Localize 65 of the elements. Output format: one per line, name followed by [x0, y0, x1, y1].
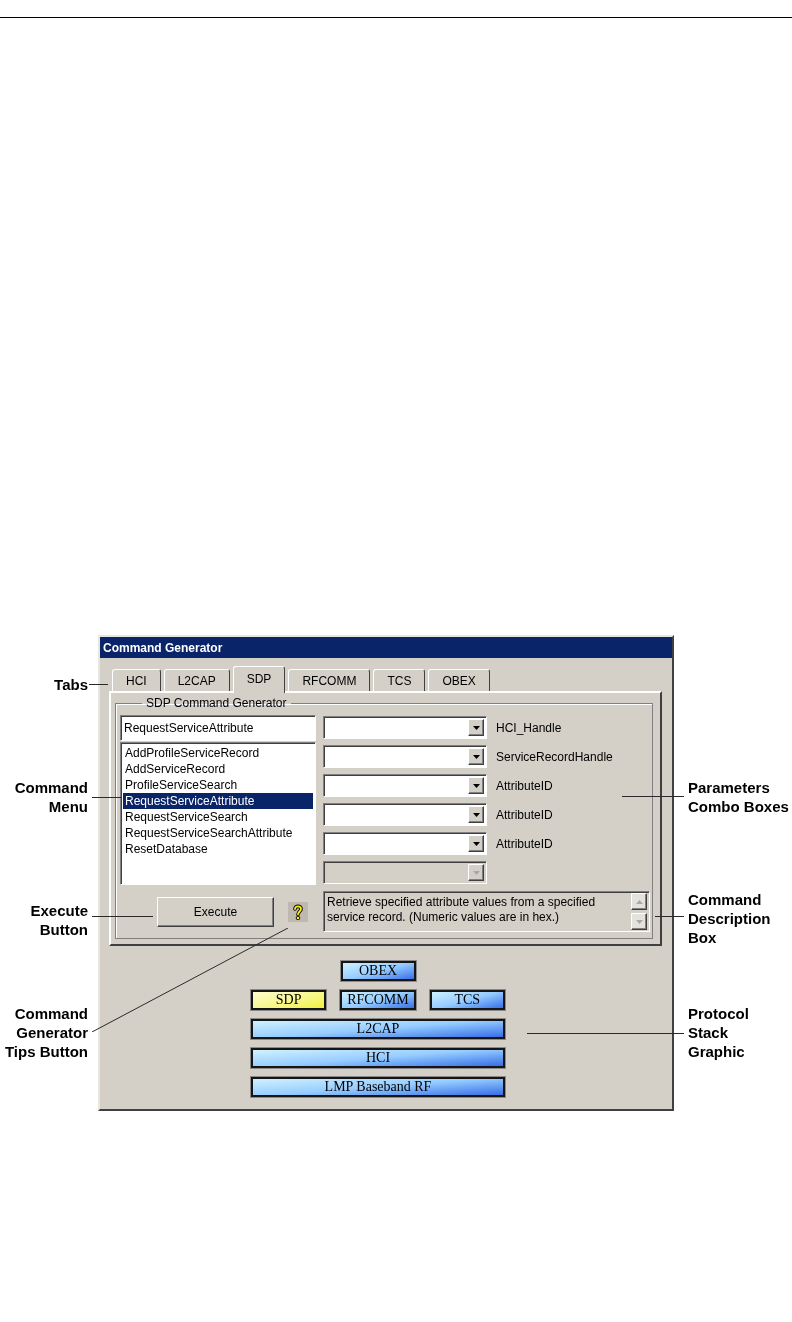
dropdown-button[interactable]: [468, 835, 484, 852]
parameter-label: AttributeID: [496, 835, 553, 853]
list-item[interactable]: ResetDatabase: [123, 841, 313, 857]
parameter-label: AttributeID: [496, 777, 553, 795]
caret-down-icon: [635, 919, 643, 924]
callout-label: Command Generator Tips Button: [4, 1004, 88, 1061]
tab[interactable]: HCI: [112, 669, 161, 691]
tab[interactable]: TCS: [373, 669, 426, 691]
leader-line: [622, 796, 684, 797]
combo-box[interactable]: [323, 745, 487, 768]
leader-line: [92, 797, 121, 798]
list-item[interactable]: RequestServiceSearch: [123, 809, 313, 825]
dropdown-button[interactable]: [468, 777, 484, 794]
protocol-layer[interactable]: SDP: [250, 989, 328, 1011]
protocol-layer[interactable]: L2CAP: [250, 1018, 506, 1040]
caret-up-icon: [635, 899, 643, 904]
scroll-down-button[interactable]: [631, 913, 647, 930]
callout-label: Tabs: [54, 675, 88, 694]
list-item[interactable]: ProfileServiceSearch: [123, 777, 313, 793]
protocol-layer[interactable]: RFCOMM: [339, 989, 417, 1011]
protocol-layer[interactable]: TCS: [428, 989, 506, 1011]
caret-down-icon: [472, 841, 480, 846]
leader-line: [92, 916, 153, 917]
leader-line: [89, 684, 108, 685]
callout-label: Execute Button: [30, 901, 88, 939]
protocol-layer[interactable]: OBEX: [339, 960, 417, 982]
dropdown-button[interactable]: [468, 719, 484, 736]
leader-line: [655, 916, 684, 917]
tips-button[interactable]: [288, 901, 308, 922]
combo-box[interactable]: [323, 774, 487, 797]
caret-down-icon: [472, 783, 480, 788]
parameter-label: AttributeID: [496, 806, 553, 824]
protocol-layer[interactable]: LMP Baseband RF: [250, 1076, 506, 1098]
callout-label: Command Menu: [14, 778, 88, 816]
caret-down-icon: [472, 812, 480, 817]
dropdown-button[interactable]: [468, 748, 484, 765]
callout-label: Protocol Stack Graphic: [688, 1004, 749, 1061]
description-text: Retrieve specified attribute values from a specified service record. (Numeric values are in hex.): [326, 894, 597, 926]
tab[interactable]: SDP: [232, 666, 286, 693]
command-field[interactable]: RequestServiceAttribute: [120, 715, 316, 741]
tab[interactable]: OBEX: [428, 669, 490, 691]
callout-label: Command Description Box: [688, 890, 771, 947]
parameter-label: HCI_Handle: [496, 719, 562, 737]
parameter-label: ServiceRecordHandle: [496, 748, 613, 766]
tab[interactable]: RFCOMM: [288, 669, 371, 691]
combo-box[interactable]: [323, 716, 487, 739]
tab[interactable]: L2CAP: [163, 669, 230, 691]
list-item[interactable]: AddProfileServiceRecord: [123, 745, 313, 761]
dropdown-button[interactable]: [468, 806, 484, 823]
protocol-layer[interactable]: HCI: [250, 1047, 506, 1069]
command-list[interactable]: AddProfileServiceRecord AddServiceRecord ProfileServiceSearch RequestServiceAttribute RequestServiceSearch RequestServiceSearchAttribute ResetDatabase: [120, 742, 316, 885]
question-mark-icon: [293, 903, 303, 920]
combo-box[interactable]: [323, 832, 487, 855]
window-title: Command Generator: [103, 639, 223, 657]
list-item[interactable]: AddServiceRecord: [123, 761, 313, 777]
caret-down-icon: [472, 754, 480, 759]
list-item[interactable]: RequestServiceAttribute: [123, 793, 313, 809]
execute-button[interactable]: Execute: [157, 896, 274, 927]
scroll-up-button[interactable]: [631, 893, 647, 910]
list-item[interactable]: RequestServiceSearchAttribute: [123, 825, 313, 841]
callout-label: Parameters Combo Boxes: [688, 778, 789, 816]
group-title: SDP Command Generator: [145, 696, 288, 710]
caret-down-icon: [472, 725, 480, 730]
caret-down-icon: [472, 870, 480, 875]
combo-box[interactable]: [323, 803, 487, 826]
